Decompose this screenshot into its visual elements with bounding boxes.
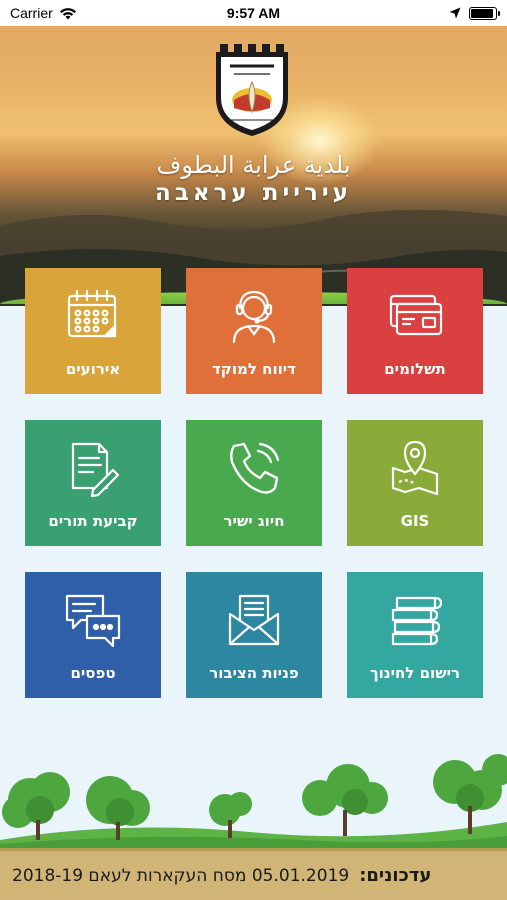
tile-report-hotline[interactable]: דיווח למוקד: [186, 268, 322, 394]
tile-direct-dial[interactable]: חיוג ישיר: [186, 420, 322, 546]
tile-education-registration[interactable]: רישום לחינוך: [347, 572, 483, 698]
tile-label: רישום לחינוך: [369, 664, 461, 682]
title-arabic: بلدية عرابة البطوف: [156, 151, 351, 179]
map-pin-icon: [391, 440, 439, 496]
tile-label: GIS: [400, 512, 430, 530]
books-icon: [391, 596, 443, 646]
ticker-text: 05.01.2019 מסח העקארות לעאם 2018-19: [12, 865, 350, 886]
location-arrow-icon: [449, 7, 461, 19]
tile-label: חיוג ישיר: [223, 512, 285, 530]
header-banner: بلدية عرابة البطوف עיריית עראבה: [0, 26, 507, 306]
battery-fill: [471, 8, 493, 18]
tile-payments[interactable]: תשלומים: [347, 268, 483, 394]
credit-card-icon: [389, 294, 443, 336]
tile-appointments[interactable]: קביעת תורים: [25, 420, 161, 546]
battery-icon: [469, 6, 500, 20]
tile-label: אירועים: [65, 360, 121, 378]
title-hebrew: עיריית עראבה: [155, 180, 352, 206]
tile-label: דיווח למוקד: [211, 360, 296, 378]
municipality-logo: [216, 44, 288, 136]
status-left: Carrier: [10, 5, 77, 21]
tile-events[interactable]: אירועים: [25, 268, 161, 394]
tile-label: קביעת תורים: [48, 512, 138, 530]
tile-label: תשלומים: [384, 360, 446, 378]
envelope-letter-icon: [228, 594, 280, 646]
wifi-icon: [59, 7, 76, 19]
chat-bubbles-icon: [65, 594, 121, 648]
status-bar: Carrier 9:57 AM: [0, 0, 507, 26]
tile-label: פניות הציבור: [209, 664, 299, 682]
carrier-label: Carrier: [10, 5, 53, 21]
headset-agent-icon: [232, 290, 276, 344]
tile-forms[interactable]: טפסים: [25, 572, 161, 698]
tile-gis[interactable]: GIS: [347, 420, 483, 546]
trees-landscape: [0, 754, 507, 850]
tile-label: טפסים: [70, 664, 116, 682]
tile-public-inquiries[interactable]: פניות הציבור: [186, 572, 322, 698]
calendar-icon: [67, 289, 117, 338]
ticker-label: עדכונים:: [359, 865, 432, 886]
status-right: [449, 6, 500, 20]
document-pen-icon: [71, 442, 120, 498]
news-ticker[interactable]: עדכונים: 05.01.2019 מסח העקארות לעאם 201…: [0, 848, 507, 900]
phone-icon: [230, 442, 280, 494]
